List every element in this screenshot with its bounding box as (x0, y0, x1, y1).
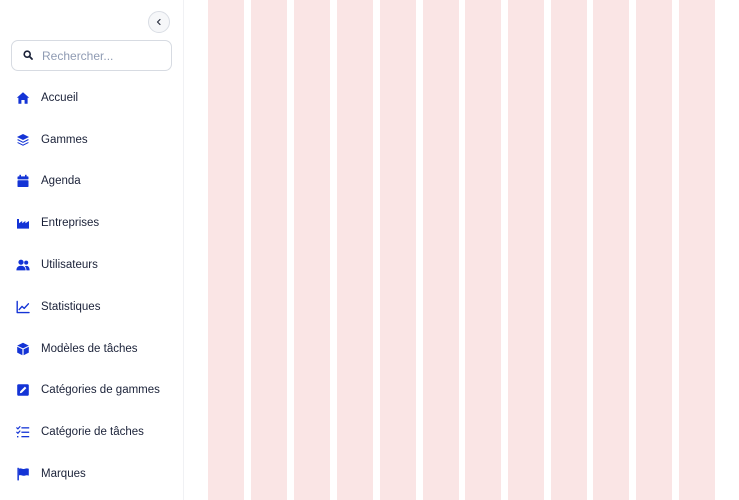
layout-grid-column (208, 0, 244, 500)
sidebar-item-label: Utilisateurs (41, 259, 98, 272)
sidebar-item-categorie-de-taches[interactable]: Catégorie de tâches (0, 411, 184, 453)
main-content (185, 0, 739, 500)
layout-grid-column (465, 0, 501, 500)
chart-line-icon (16, 300, 30, 314)
calendar-icon (16, 174, 30, 188)
sidebar-item-label: Agenda (41, 175, 81, 188)
sidebar-item-label: Catégories de gammes (41, 384, 160, 397)
collapse-sidebar-button[interactable] (148, 11, 170, 33)
edit-square-icon (16, 383, 30, 397)
sidebar-item-agenda[interactable]: Agenda (0, 161, 184, 203)
cube-icon (16, 342, 30, 356)
search-box[interactable] (11, 40, 172, 71)
search-input[interactable] (42, 48, 162, 63)
sidebar-item-marques[interactable]: Marques (0, 453, 184, 495)
sidebar-item-label: Statistiques (41, 300, 101, 313)
sidebar-nav: Accueil Gammes Agenda Entreprises Utilis… (0, 77, 184, 495)
sidebar-item-categories-de-gammes[interactable]: Catégories de gammes (0, 370, 184, 412)
layout-grid-column (679, 0, 715, 500)
home-icon (16, 91, 30, 105)
sidebar: Accueil Gammes (0, 0, 184, 500)
sidebar-item-modeles-de-taches[interactable]: Modèles de tâches (0, 328, 184, 370)
layout-grid-column (294, 0, 330, 500)
chevron-left-icon (155, 13, 163, 31)
sidebar-item-accueil[interactable]: Accueil (0, 77, 184, 119)
layout-grid-column (508, 0, 544, 500)
sidebar-item-label: Marques (41, 468, 86, 481)
layout-grid-column (551, 0, 587, 500)
sidebar-item-entreprises[interactable]: Entreprises (0, 202, 184, 244)
sidebar-item-label: Catégorie de tâches (41, 426, 144, 439)
sidebar-item-label: Accueil (41, 91, 79, 104)
app-window: Accueil Gammes (0, 0, 739, 500)
sidebar-item-statistiques[interactable]: Statistiques (0, 286, 184, 328)
search-icon (23, 47, 33, 65)
layout-grid-column (593, 0, 629, 500)
users-icon (16, 258, 30, 272)
checklist-icon (16, 425, 30, 439)
sidebar-item-label: Gammes (41, 133, 88, 146)
sidebar-item-utilisateurs[interactable]: Utilisateurs (0, 244, 184, 286)
layout-grid-column (636, 0, 672, 500)
layout-grid-column (423, 0, 459, 500)
sidebar-item-label: Modèles de tâches (41, 342, 138, 355)
flag-icon (16, 467, 30, 481)
layout-grid-column (337, 0, 373, 500)
layout-grid-column (251, 0, 287, 500)
layers-icon (16, 133, 30, 147)
factory-icon (16, 216, 30, 230)
sidebar-item-gammes[interactable]: Gammes (0, 119, 184, 161)
sidebar-item-label: Entreprises (41, 217, 100, 230)
layout-grid-column (380, 0, 416, 500)
